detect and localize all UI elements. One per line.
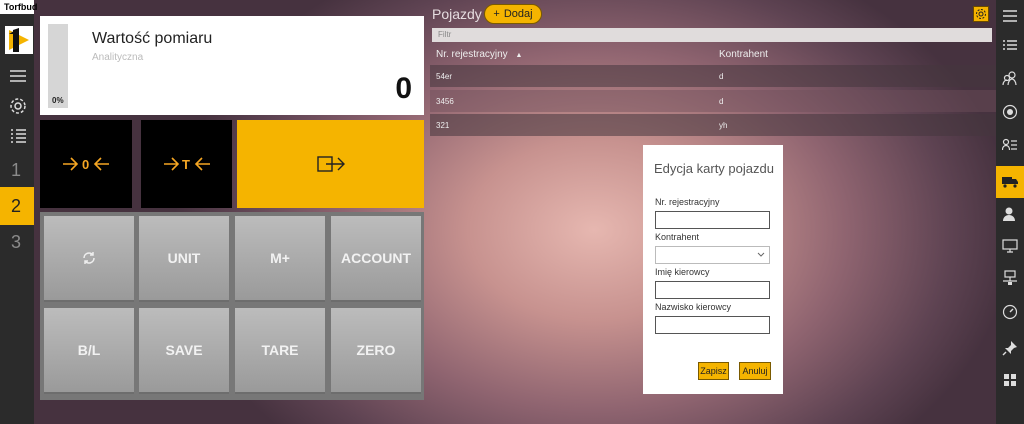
nav-number-2[interactable]: 2 <box>0 187 34 225</box>
refresh-button[interactable] <box>44 216 134 302</box>
settings-gear-icon[interactable] <box>8 96 28 116</box>
apps-grid-icon[interactable] <box>996 364 1024 396</box>
bl-button[interactable]: B/L <box>44 308 134 394</box>
tare-arrows-icon: T <box>163 157 210 172</box>
driver-last-label: Nazwisko kierowcy <box>655 302 732 312</box>
measurement-subtitle: Analityczna <box>92 52 144 63</box>
network-icon[interactable] <box>996 262 1024 294</box>
user-settings-icon[interactable] <box>996 198 1024 230</box>
nav-number-1[interactable]: 1 <box>0 151 34 189</box>
add-label: Dodaj <box>503 8 533 20</box>
exit-arrow-icon <box>316 156 345 172</box>
vehicle-edit-dialog: Edycja karty pojazdu Nr. rejestracyjny K… <box>643 145 783 394</box>
driver-last-input[interactable] <box>655 316 770 334</box>
column-header-contractor[interactable]: Kontrahent <box>719 49 768 60</box>
monitor-icon[interactable] <box>996 230 1024 262</box>
pin-icon[interactable] <box>996 332 1024 364</box>
dialog-title: Edycja karty pojazdu <box>654 161 774 176</box>
reg-input[interactable] <box>655 211 770 229</box>
right-nav <box>996 0 1024 424</box>
unit-button[interactable]: UNIT <box>139 216 229 302</box>
users-icon[interactable] <box>996 62 1024 94</box>
cell-contractor: d <box>719 97 724 106</box>
list-icon[interactable] <box>8 126 28 146</box>
save-dialog-button[interactable]: Zapisz <box>698 362 729 380</box>
memory-plus-button[interactable]: M+ <box>235 216 325 302</box>
plus-icon: + <box>493 8 500 20</box>
measurement-panel: 0% Wartość pomiaru Analityczna 0 <box>40 16 424 115</box>
zero-button[interactable]: ZERO <box>331 308 421 394</box>
cell-reg: 3456 <box>436 97 454 106</box>
table-header: Nr. rejestracyjny ▲ Kontrahent <box>430 46 996 64</box>
cancel-dialog-button[interactable]: Anuluj <box>739 362 771 380</box>
measurement-value: 0 <box>395 72 412 105</box>
chevron-down-icon <box>757 252 765 257</box>
column-reg-label: Nr. rejestracyjny <box>436 49 508 60</box>
vehicles-settings-button[interactable] <box>973 6 989 22</box>
sort-asc-icon: ▲ <box>515 52 523 59</box>
target-icon[interactable] <box>996 96 1024 128</box>
truck-icon[interactable] <box>996 166 1024 198</box>
cell-reg: 54er <box>436 72 453 81</box>
account-button[interactable]: ACCOUNT <box>331 216 421 302</box>
driver-first-label: Imię kierowcy <box>655 267 710 277</box>
driver-first-input[interactable] <box>655 281 770 299</box>
svg-text:0: 0 <box>82 157 89 172</box>
measurement-title: Wartość pomiaru <box>92 30 213 47</box>
gauge-icon[interactable] <box>996 296 1024 328</box>
list-icon[interactable] <box>996 30 1024 62</box>
zero-function-button[interactable]: 0 <box>40 120 132 208</box>
filter-input[interactable]: Filtr <box>432 28 992 42</box>
exit-function-button[interactable] <box>237 120 424 208</box>
contractor-label: Kontrahent <box>655 232 700 242</box>
nav-number-3[interactable]: 3 <box>0 223 34 261</box>
zero-arrows-icon: 0 <box>63 157 109 172</box>
contractor-select[interactable] <box>655 246 770 264</box>
contact-list-icon[interactable] <box>996 129 1024 161</box>
gear-icon <box>976 9 986 19</box>
level-percent: 0% <box>52 96 64 105</box>
app-logo <box>5 26 33 54</box>
tare-button[interactable]: TARE <box>235 308 325 394</box>
svg-text:T: T <box>182 157 190 172</box>
vehicles-title: Pojazdy <box>432 6 482 22</box>
add-vehicle-button[interactable]: + Dodaj <box>484 4 542 24</box>
cell-contractor: d <box>719 72 724 81</box>
table-row[interactable]: 54er d <box>430 65 996 87</box>
table-row[interactable]: 3456 d <box>430 90 996 112</box>
cell-reg: 321 <box>436 121 450 130</box>
save-button[interactable]: SAVE <box>139 308 229 394</box>
menu-icon[interactable] <box>996 0 1024 32</box>
table-row[interactable]: 321 yh <box>430 114 996 136</box>
hamburger-menu-icon[interactable] <box>8 66 28 86</box>
reg-label: Nr. rejestracyjny <box>655 197 720 207</box>
refresh-icon <box>83 252 95 264</box>
left-nav: 1 2 3 <box>0 14 34 424</box>
tare-function-button[interactable]: T <box>141 120 232 208</box>
app-title: Torfbud <box>0 0 37 14</box>
column-header-reg[interactable]: Nr. rejestracyjny ▲ <box>436 49 522 60</box>
cell-contractor: yh <box>719 121 728 130</box>
